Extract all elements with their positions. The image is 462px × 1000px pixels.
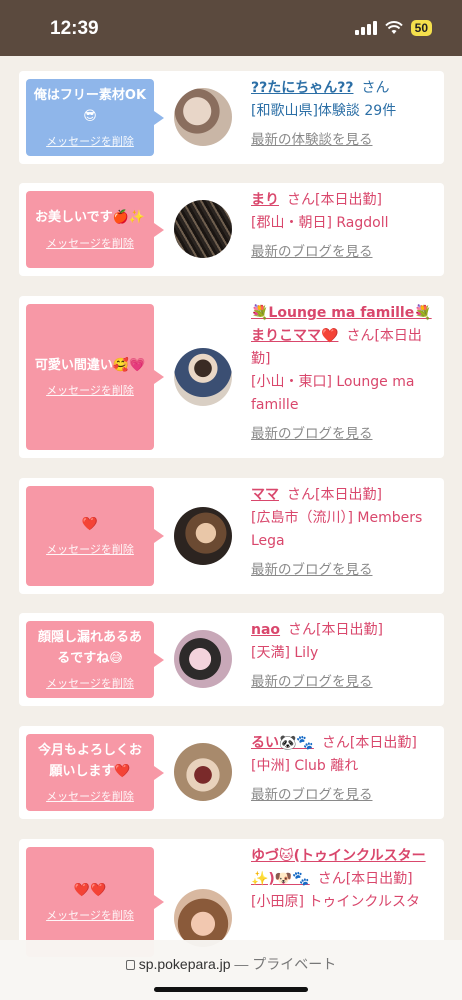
card-info: nao さん[本日出勤] [天満] Lily 最新のブログを見る — [251, 619, 439, 693]
delete-message-link[interactable]: メッセージを削除 — [46, 541, 134, 557]
card-info: るい🐼🐾 さん[本日出勤] [中洲] Club 離れ 最新のブログを見る — [251, 732, 439, 806]
message-text: 今月もよろしくお願いします❤️ — [37, 743, 142, 779]
latest-blog-link[interactable]: 最新のブログを見る — [251, 671, 439, 693]
status-bar: 12:39 50 — [0, 0, 462, 56]
url-display[interactable]: sp.pokepara.jp — プライベート — [0, 954, 462, 974]
delete-message-link[interactable]: メッセージを削除 — [46, 235, 134, 251]
list-item: 可愛い間違い🥰💗 メッセージを削除 💐Lounge ma famille💐まりこ… — [19, 296, 444, 458]
avatar[interactable] — [174, 743, 232, 801]
card-info: ??たにちゃん?? さん [和歌山県]体験談 29件 最新の体験談を見る — [251, 77, 439, 151]
attendance-badge: [本日出勤] — [349, 735, 417, 751]
latest-blog-link[interactable]: 最新のブログを見る — [251, 784, 439, 806]
sender-detail: [広島市（流川）] Members Lega — [251, 510, 423, 550]
private-label: — プライベート — [234, 956, 337, 972]
message-text: お美しいです🍎✨ — [35, 210, 145, 226]
sender-detail: [小山・東口] Lounge ma famille — [251, 374, 415, 414]
latest-blog-link[interactable]: 最新のブログを見る — [251, 559, 439, 581]
attendance-badge: [本日出勤] — [315, 192, 382, 208]
home-indicator[interactable] — [154, 987, 308, 992]
honorific: さん — [361, 80, 390, 96]
delete-message-link[interactable]: メッセージを削除 — [46, 907, 134, 923]
sender-detail: [郡山・朝日] Ragdoll — [251, 215, 389, 232]
message-text: 可愛い間違い🥰💗 — [34, 357, 146, 373]
latest-blog-link[interactable]: 最新のブログを見る — [251, 423, 439, 445]
list-item: 顔隠し漏れあるあるですね😅 メッセージを削除 nao さん[本日出勤] [天満] … — [19, 613, 444, 706]
delete-message-link[interactable]: メッセージを削除 — [46, 133, 134, 149]
avatar[interactable] — [174, 630, 232, 688]
message-bubble: 今月もよろしくお願いします❤️ メッセージを削除 — [26, 734, 164, 811]
message-text: 俺はフリー素材OK😎 — [33, 88, 147, 124]
delete-message-link[interactable]: メッセージを削除 — [46, 788, 134, 804]
cellular-signal-icon — [354, 21, 377, 35]
sender-detail: [和歌山県]体験談 29件 — [251, 103, 397, 120]
avatar[interactable] — [174, 889, 232, 947]
card-info: まり さん[本日出勤] [郡山・朝日] Ragdoll 最新のブログを見る — [251, 189, 439, 263]
sender-detail: [中洲] Club 離れ — [251, 758, 359, 775]
message-bubble: 俺はフリー素材OK😎 メッセージを削除 — [26, 79, 164, 156]
sender-detail: [小田原] トゥインクルスタ — [251, 894, 420, 911]
avatar[interactable] — [174, 88, 232, 146]
status-time: 12:39 — [50, 18, 99, 39]
honorific: さん — [321, 735, 350, 751]
message-bubble: 可愛い間違い🥰💗 メッセージを削除 — [26, 304, 164, 450]
list-item: ❤️ メッセージを削除 ママ さん[本日出勤] [広島市（流川）] Members… — [19, 478, 444, 594]
message-bubble: 顔隠し漏れあるあるですね😅 メッセージを削除 — [26, 621, 164, 698]
message-text: ❤️❤️ — [73, 882, 107, 898]
sender-name-link[interactable]: まり — [251, 192, 279, 208]
lock-icon — [125, 960, 135, 970]
honorific: さん — [317, 871, 346, 888]
delete-message-link[interactable]: メッセージを削除 — [46, 382, 134, 398]
avatar[interactable] — [174, 348, 232, 406]
sender-name-link[interactable]: ??たにちゃん?? — [251, 80, 353, 96]
message-text: 顔隠し漏れあるあるですね😅 — [37, 630, 142, 666]
latest-blog-link[interactable]: 最新のブログを見る — [251, 241, 439, 263]
message-text: ❤️ — [81, 516, 99, 532]
url-text: sp.pokepara.jp — [138, 956, 231, 972]
message-bubble: お美しいです🍎✨ メッセージを削除 — [26, 191, 164, 268]
honorific: さん — [287, 487, 315, 503]
attendance-badge: [本日出勤] — [316, 622, 383, 638]
wifi-icon — [384, 21, 403, 35]
card-info: ゆづ🐱(トゥインクルスター✨)🐶🐾 さん[本日出勤] [小田原] トゥインクルスタ — [251, 845, 439, 914]
browser-address-bar[interactable]: sp.pokepara.jp — プライベート — [0, 940, 462, 1000]
card-info: ママ さん[本日出勤] [広島市（流川）] Members Lega 最新のブログ… — [251, 484, 439, 582]
attendance-badge: [本日出勤] — [345, 871, 413, 888]
sender-name-link[interactable]: るい🐼🐾 — [251, 735, 314, 751]
list-item: お美しいです🍎✨ メッセージを削除 まり さん[本日出勤] [郡山・朝日] Rag… — [19, 183, 444, 276]
avatar[interactable] — [174, 200, 232, 258]
sender-name-link[interactable]: nao — [251, 622, 280, 638]
attendance-badge: [本日出勤] — [315, 487, 382, 503]
list-item: 俺はフリー素材OK😎 メッセージを削除 ??たにちゃん?? さん [和歌山県]体験… — [19, 71, 444, 164]
list-item: 今月もよろしくお願いします❤️ メッセージを削除 るい🐼🐾 さん[本日出勤] [中… — [19, 726, 444, 819]
delete-message-link[interactable]: メッセージを削除 — [46, 675, 134, 691]
sender-name-link[interactable]: ママ — [251, 487, 279, 503]
honorific: さん — [288, 622, 317, 638]
status-icons: 50 — [354, 20, 432, 36]
latest-review-link[interactable]: 最新の体験談を見る — [251, 129, 439, 151]
message-bubble: ❤️ メッセージを削除 — [26, 486, 164, 586]
avatar[interactable] — [174, 507, 232, 565]
sender-detail: [天満] Lily — [251, 645, 319, 662]
battery-icon: 50 — [410, 20, 432, 36]
honorific: さん — [287, 192, 315, 208]
honorific: さん — [346, 328, 375, 345]
card-info: 💐Lounge ma famille💐まりこママ❤️ さん[本日出勤] [小山・東… — [251, 302, 439, 446]
